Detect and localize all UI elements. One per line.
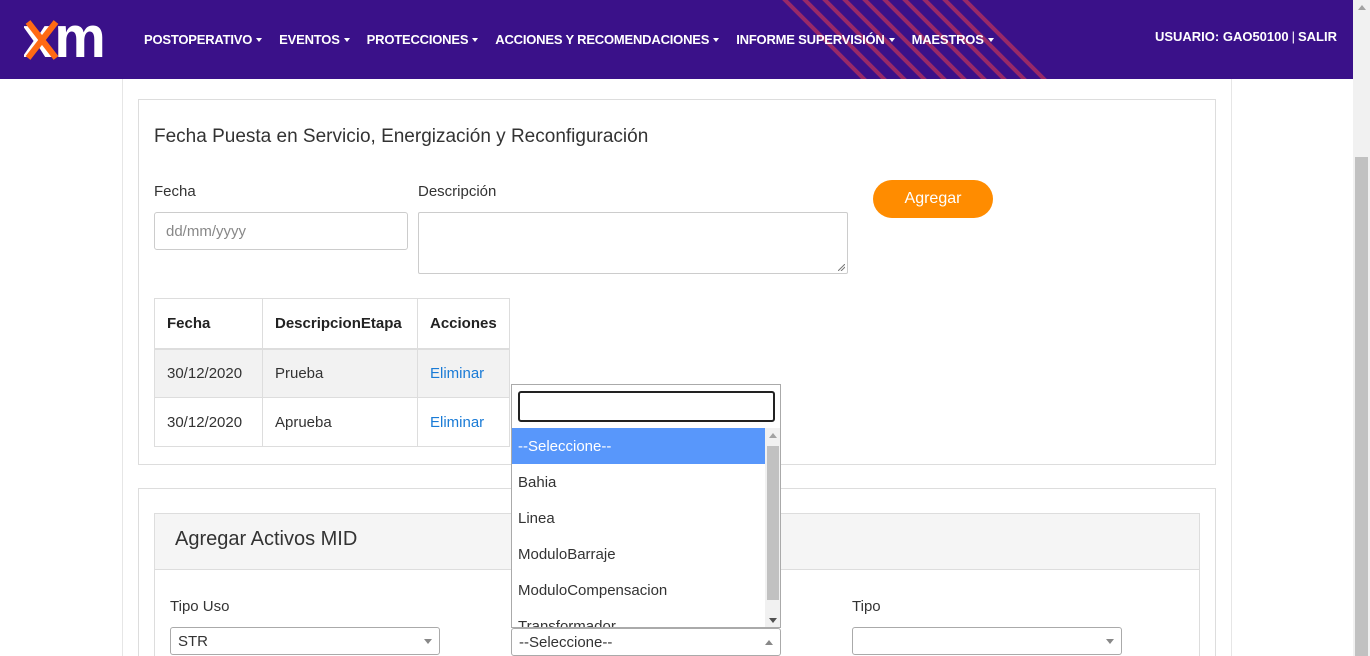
- logout-link[interactable]: SALIR: [1298, 29, 1337, 44]
- table-row: 30/12/2020 Prueba Eliminar: [154, 348, 510, 398]
- logo-text: xm: [24, 14, 106, 64]
- user-label: USUARIO: GAO50100: [1154, 29, 1289, 44]
- cell-descripcion: Prueba: [262, 348, 418, 398]
- column-header-descripcion: DescripcionEtapa: [262, 298, 418, 350]
- menu-label: POSTOPERATIVO: [144, 32, 253, 47]
- descripcion-textarea[interactable]: [418, 212, 848, 274]
- menu-label: EVENTOS: [279, 32, 340, 47]
- activo-select[interactable]: --Seleccione--: [511, 628, 781, 656]
- chevron-down-icon: [424, 639, 432, 644]
- xm-logo[interactable]: xm: [24, 14, 130, 64]
- main-menu: POSTOPERATIVO EVENTOS PROTECCIONES ACCIO…: [144, 0, 1011, 79]
- scroll-down-icon[interactable]: [769, 618, 777, 623]
- dropdown-scrollbar[interactable]: [765, 428, 780, 627]
- cell-fecha: 30/12/2020: [154, 397, 263, 447]
- scroll-up-icon[interactable]: [769, 433, 777, 438]
- menu-protecciones[interactable]: PROTECCIONES: [367, 32, 479, 47]
- tipo-uso-select[interactable]: STR: [170, 627, 440, 655]
- dropdown-option-modulocompensacion[interactable]: ModuloCompensacion: [512, 572, 765, 608]
- chevron-down-icon: [256, 37, 263, 42]
- descripcion-label: Descripción: [418, 183, 497, 200]
- dropdown-option-linea[interactable]: Linea: [512, 500, 765, 536]
- menu-informe-supervision[interactable]: INFORME SUPERVISIÓN: [736, 32, 895, 47]
- scroll-up-icon[interactable]: [1358, 5, 1366, 10]
- cell-acciones: Eliminar: [417, 348, 510, 398]
- tipo-select[interactable]: [852, 627, 1122, 655]
- dropdown-option-transformador[interactable]: Transformador: [512, 608, 765, 628]
- fecha-label: Fecha: [154, 183, 196, 200]
- activos-panel-title: Agregar Activos MID: [175, 528, 358, 550]
- tipo-uso-value: STR: [178, 632, 208, 650]
- column-header-fecha: Fecha: [154, 298, 263, 350]
- chevron-down-icon: [1106, 639, 1114, 644]
- menu-label: INFORME SUPERVISIÓN: [736, 32, 885, 47]
- resize-handle-icon[interactable]: [838, 264, 845, 271]
- chevron-down-icon: [472, 37, 479, 42]
- page-scrollbar[interactable]: [1353, 0, 1370, 656]
- tipo-uso-label: Tipo Uso: [170, 598, 230, 615]
- menu-label: PROTECCIONES: [366, 32, 469, 47]
- etapas-table: Fecha DescripcionEtapa Acciones 30/12/20…: [154, 298, 510, 447]
- menu-acciones-recomendaciones[interactable]: ACCIONES Y RECOMENDACIONES: [495, 32, 720, 47]
- menu-label: ACCIONES Y RECOMENDACIONES: [495, 32, 710, 47]
- fecha-input[interactable]: dd/mm/yyyy: [154, 212, 408, 250]
- tipo-label: Tipo: [852, 598, 881, 615]
- dropdown-option-modulobarraje[interactable]: ModuloBarraje: [512, 536, 765, 572]
- scrollbar-thumb[interactable]: [1355, 157, 1368, 656]
- cell-fecha: 30/12/2020: [154, 348, 263, 398]
- user-separator: |: [1291, 29, 1295, 44]
- dropdown-option-bahia[interactable]: Bahia: [512, 464, 765, 500]
- activo-select-value: --Seleccione--: [519, 633, 613, 651]
- select-dropdown: --Seleccione-- Bahia Linea ModuloBarraje…: [511, 384, 781, 628]
- agregar-button[interactable]: Agregar: [873, 180, 993, 218]
- fechas-card-title: Fecha Puesta en Servicio, Energización y…: [154, 126, 649, 147]
- menu-maestros[interactable]: MAESTROS: [912, 32, 994, 47]
- cell-descripcion: Aprueba: [262, 397, 418, 447]
- cell-acciones: Eliminar: [417, 397, 510, 447]
- menu-eventos[interactable]: EVENTOS: [279, 32, 350, 47]
- dropdown-scrollbar-thumb[interactable]: [767, 446, 779, 600]
- chevron-down-icon: [888, 37, 895, 42]
- chevron-up-icon: [765, 640, 773, 645]
- chevron-down-icon: [713, 37, 720, 42]
- menu-postoperativo[interactable]: POSTOPERATIVO: [144, 32, 263, 47]
- table-row: 30/12/2020 Aprueba Eliminar: [154, 397, 510, 447]
- dropdown-options: --Seleccione-- Bahia Linea ModuloBarraje…: [512, 428, 765, 628]
- table-header-row: Fecha DescripcionEtapa Acciones: [154, 298, 510, 350]
- top-navbar: xm POSTOPERATIVO EVENTOS PROTECCIONES AC…: [0, 0, 1353, 79]
- eliminar-link[interactable]: Eliminar: [430, 365, 484, 382]
- eliminar-link[interactable]: Eliminar: [430, 414, 484, 431]
- dropdown-option-seleccione[interactable]: --Seleccione--: [512, 428, 765, 464]
- dropdown-search-input[interactable]: [518, 391, 775, 422]
- user-area: USUARIO: GAO50100 | SALIR: [1155, 29, 1337, 44]
- chevron-down-icon: [343, 37, 350, 42]
- chevron-down-icon: [987, 37, 994, 42]
- fecha-placeholder: dd/mm/yyyy: [166, 222, 247, 240]
- menu-label: MAESTROS: [911, 32, 984, 47]
- column-header-acciones: Acciones: [417, 298, 510, 350]
